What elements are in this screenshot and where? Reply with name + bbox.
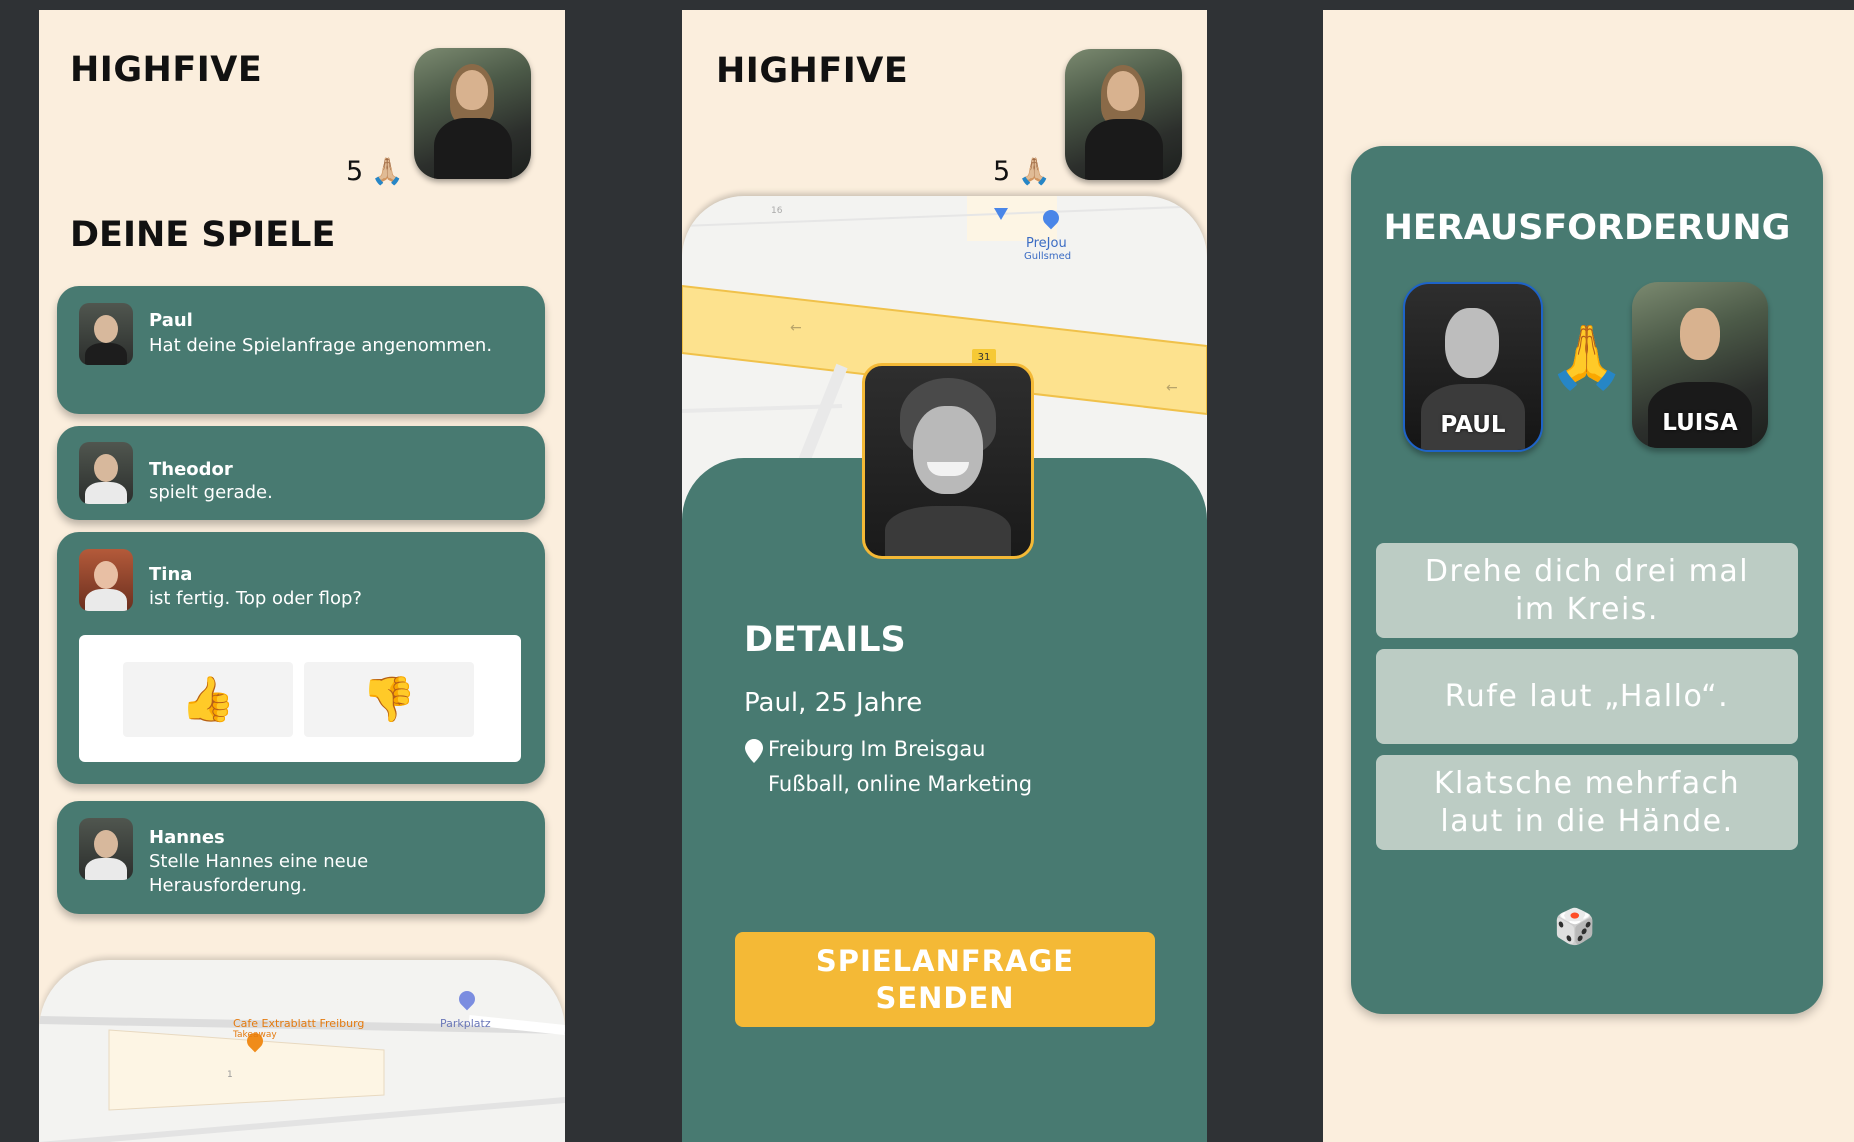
map-poi-label: PreJou [1026, 236, 1067, 251]
user-avatar[interactable] [414, 48, 531, 179]
game-card-theodor[interactable]: Theodor spielt gerade. [57, 426, 545, 520]
task-line-1: Drehe dich drei mal [1424, 553, 1750, 589]
highfive-count: 5 🙏🏼 [993, 156, 1051, 187]
game-card-tina[interactable]: Tina ist fertig. Top oder flop? 👍 👎 [57, 532, 545, 784]
pray-icon: 🙏🏼 [1018, 157, 1051, 187]
street-number-label: 16 [771, 206, 783, 216]
game-status-text: Stelle Hannes eine neue Herausforderung. [149, 851, 369, 896]
location-pin-icon [745, 739, 763, 763]
map-number-label: 1 [227, 1070, 233, 1080]
details-title: DETAILS [744, 620, 906, 660]
thumbs-up-button[interactable]: 👍 [123, 662, 293, 737]
user-avatar[interactable] [1065, 49, 1182, 180]
section-title: DEINE SPIELE [70, 215, 336, 255]
game-player-name: Theodor [149, 459, 233, 480]
challenge-option-1[interactable]: Drehe dich drei mal im Kreis. [1376, 543, 1798, 638]
games-screen: HIGHFIVE 5 🙏🏼 DEINE SPIELE Paul Hat deine… [39, 10, 565, 1142]
player-name: LUISA [1662, 410, 1738, 436]
task-line-1: Rufe laut „Hallo“. [1444, 678, 1730, 714]
vote-panel: 👍 👎 [79, 635, 521, 762]
profile-screen: HIGHFIVE 5 🙏🏼 ← ← PreJou Gullsmed 31 16 D… [682, 10, 1207, 1142]
brand-logo: HIGHFIVE [716, 51, 909, 91]
challenge-option-3[interactable]: Klatsche mehrfach laut in die Hände. [1376, 755, 1798, 850]
game-status-text: Hat deine Spielanfrage angenommen. [149, 335, 493, 356]
game-card-hannes[interactable]: Hannes Stelle Hannes eine neue Herausfor… [57, 801, 545, 914]
challenge-title: HERAUSFORDERUNG [1383, 208, 1791, 248]
profile-interests: Fußball, online Marketing [768, 772, 1033, 796]
pray-icon: 🙏🏼 [371, 157, 404, 187]
svg-text:←: ← [790, 320, 802, 336]
task-line-2: laut in die Hände. [1440, 803, 1734, 839]
highfive-count-value: 5 [346, 156, 364, 187]
map-poi-sublabel: Takeaway [233, 1030, 277, 1040]
player-name: PAUL [1440, 412, 1506, 438]
game-status-text: spielt gerade. [149, 482, 273, 503]
send-game-request-button[interactable]: SPIELANFRAGE SENDEN [735, 932, 1155, 1027]
map-view[interactable]: Cafe Extrablatt Freiburg Takeaway Parkpl… [39, 960, 565, 1142]
game-status-text: ist fertig. Top oder flop? [149, 588, 362, 609]
challenge-card: HERAUSFORDERUNG PAUL 🙏 LUISA Drehe dich … [1351, 146, 1823, 1014]
challenge-option-2[interactable]: Rufe laut „Hallo“. [1376, 649, 1798, 744]
highfive-count: 5 🙏🏼 [346, 156, 404, 187]
cta-line-2: SENDEN [875, 980, 1015, 1015]
map-parking-label: Parkplatz [440, 1017, 491, 1030]
game-player-name: Hannes [149, 827, 225, 848]
highfive-count-value: 5 [993, 156, 1011, 187]
brand-logo: HIGHFIVE [70, 50, 263, 90]
challenge-screen: HERAUSFORDERUNG PAUL 🙏 LUISA Drehe dich … [1323, 10, 1854, 1142]
profile-photo[interactable] [862, 363, 1034, 559]
game-player-name: Paul [149, 310, 193, 331]
map-poi-label: Cafe Extrablatt Freiburg [233, 1017, 365, 1030]
avatar [79, 303, 133, 365]
task-line-2: im Kreis. [1515, 591, 1659, 627]
avatar [79, 818, 133, 880]
profile-name-age: Paul, 25 Jahre [744, 688, 923, 718]
avatar [79, 442, 133, 504]
pray-icon: 🙏 [1548, 320, 1626, 393]
svg-text:←: ← [1166, 380, 1178, 396]
game-card-paul[interactable]: Paul Hat deine Spielanfrage angenommen. [57, 286, 545, 414]
map-poi-sublabel: Gullsmed [1024, 251, 1072, 262]
avatar [79, 549, 133, 611]
task-line-1: Klatsche mehrfach [1433, 765, 1741, 801]
player-card-luisa[interactable]: LUISA [1632, 282, 1768, 448]
dice-icon[interactable]: 🎲 [1547, 907, 1603, 947]
profile-location: Freiburg Im Breisgau [768, 737, 986, 761]
cta-line-1: SPIELANFRAGE [815, 943, 1075, 978]
thumbs-down-button[interactable]: 👎 [304, 662, 474, 737]
player-card-paul[interactable]: PAUL [1403, 282, 1543, 452]
game-player-name: Tina [149, 564, 193, 585]
profile-details-card [682, 458, 1207, 1142]
